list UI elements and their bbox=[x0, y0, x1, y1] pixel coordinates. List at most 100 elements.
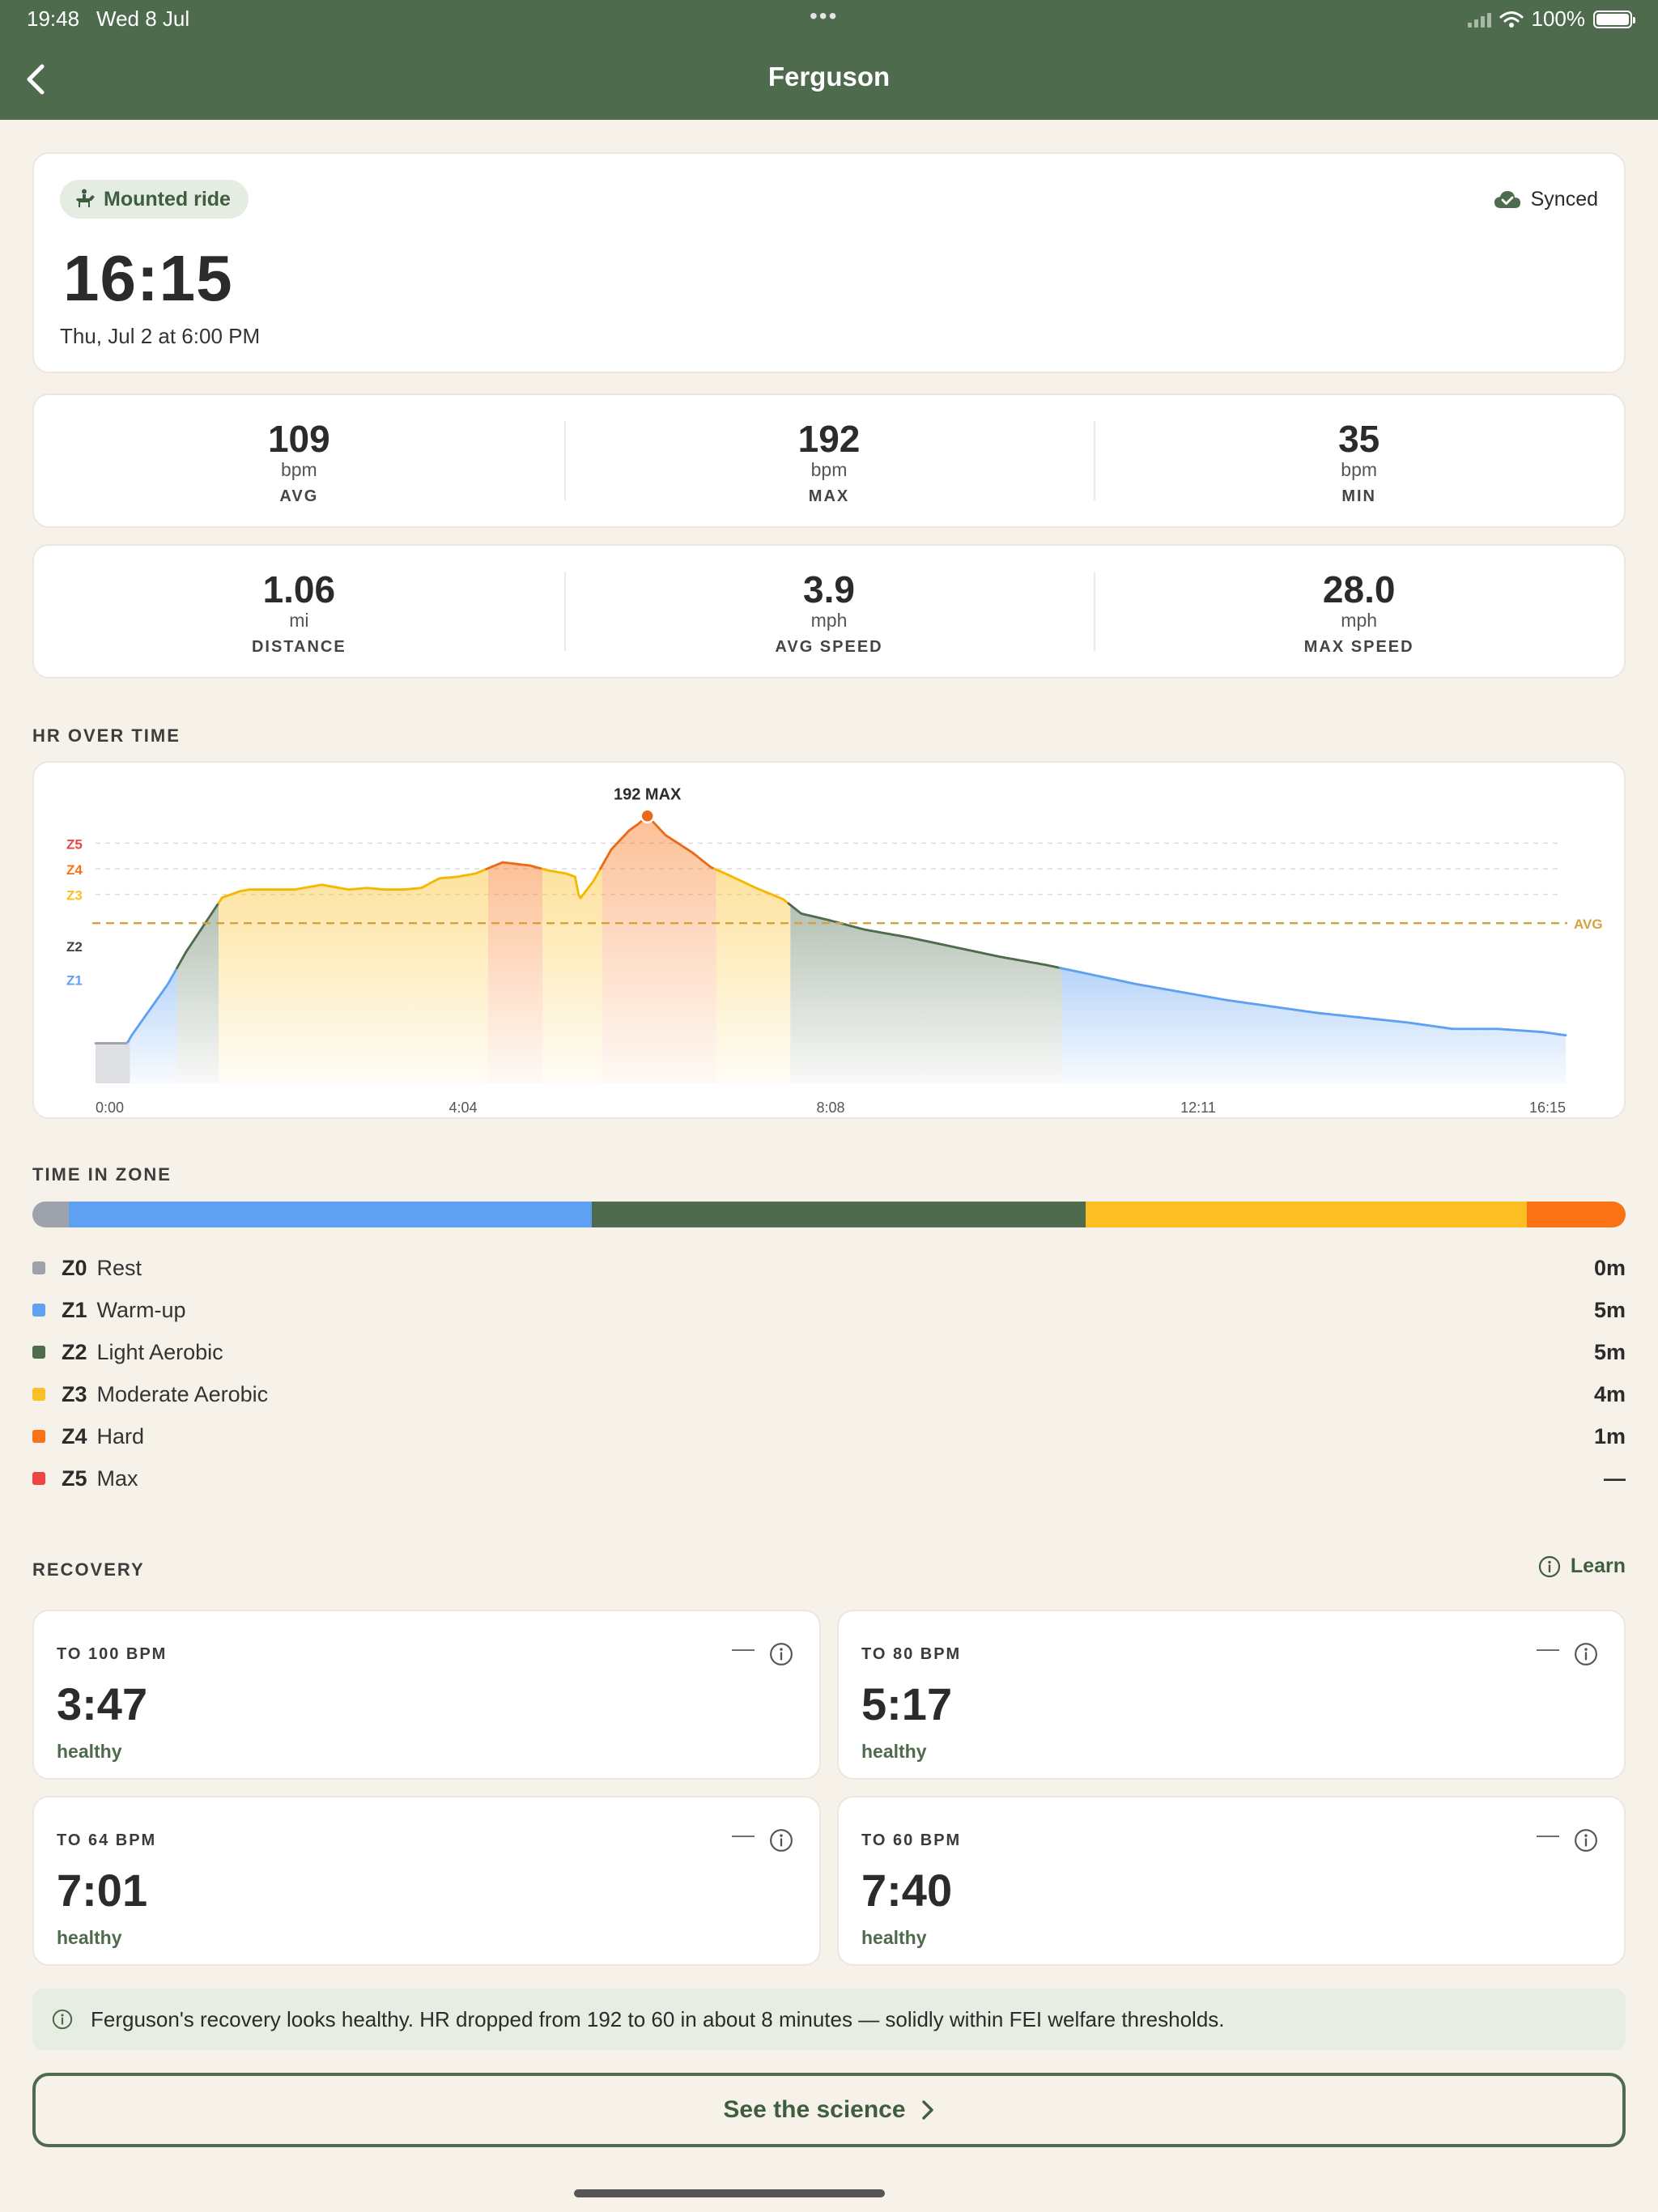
zone-duration: 4m bbox=[1593, 1381, 1626, 1406]
stat-value: 28.0 bbox=[1322, 568, 1396, 610]
status-time: 19:48 bbox=[27, 6, 80, 31]
stat-unit: mph bbox=[1341, 610, 1378, 631]
info-icon[interactable] bbox=[1574, 1828, 1598, 1853]
ride-type-pill: Mounted ride bbox=[60, 180, 249, 219]
learn-link[interactable]: Learn bbox=[1538, 1555, 1626, 1578]
zone-swatch bbox=[32, 1261, 45, 1274]
section-title-hr: HR OVER TIME bbox=[32, 725, 181, 746]
zone-duration: 0m bbox=[1593, 1255, 1626, 1280]
zone-row-z5: Z5 Max — bbox=[32, 1462, 1626, 1495]
zone-axis-label: Z2 bbox=[66, 939, 83, 955]
status-indicators: 100% bbox=[1467, 6, 1635, 32]
stat-max-speed: 28.0 mph MAX SPEED bbox=[1094, 546, 1624, 677]
zone-swatch bbox=[32, 1304, 45, 1317]
stat-value: 3.9 bbox=[803, 568, 855, 610]
stat-unit: bpm bbox=[1341, 459, 1378, 480]
info-icon bbox=[1538, 1555, 1561, 1577]
zone-bar-segment-z3 bbox=[1085, 1202, 1527, 1227]
zone-name: Rest bbox=[96, 1255, 142, 1280]
home-indicator[interactable] bbox=[574, 2189, 885, 2197]
hr-chart: Z5 Z4 Z3 Z2 Z1 AVG 192 MAX 0:00 4:04 8:08 12:11 16:… bbox=[66, 786, 1603, 1116]
status-date: Wed 8 Jul bbox=[96, 6, 190, 31]
zone-swatch bbox=[32, 1430, 45, 1443]
stat-distance: 1.06 mi DISTANCE bbox=[34, 546, 564, 677]
zone-code: Z1 bbox=[62, 1297, 87, 1322]
recovery-time: 7:40 bbox=[861, 1865, 953, 1916]
chevron-right-icon bbox=[921, 2100, 933, 2120]
zone-duration: 1m bbox=[1593, 1423, 1626, 1448]
info-icon bbox=[52, 2009, 73, 2030]
stat-value: 1.06 bbox=[262, 568, 336, 610]
wifi-icon bbox=[1499, 11, 1523, 28]
stat-unit: bpm bbox=[810, 459, 848, 480]
recovery-note: Ferguson's recovery looks healthy. HR dr… bbox=[32, 1989, 1626, 2050]
recovery-trend: — bbox=[732, 1636, 755, 1661]
zone-code: Z4 bbox=[62, 1423, 87, 1448]
zone-row-z4: Z4 Hard 1m bbox=[32, 1420, 1626, 1453]
recovery-target: TO 80 BPM bbox=[861, 1645, 962, 1663]
info-icon[interactable] bbox=[769, 1642, 793, 1666]
recovery-status: healthy bbox=[861, 1741, 927, 1762]
recovery-trend: — bbox=[1537, 1822, 1559, 1847]
learn-label: Learn bbox=[1570, 1555, 1626, 1577]
recovery-card[interactable]: TO 100 BPM — 3:47 healthy bbox=[32, 1610, 821, 1780]
hr-area-zone-segment bbox=[96, 1038, 130, 1083]
stat-unit: mi bbox=[289, 610, 309, 631]
ride-type-label: Mounted ride bbox=[104, 187, 231, 211]
stat-max-hr: 192 bpm MAX bbox=[563, 395, 1095, 526]
zone-axis-label: Z4 bbox=[66, 862, 83, 878]
sync-status: Synced bbox=[1494, 188, 1598, 211]
multitasking-dots[interactable]: ••• bbox=[810, 3, 838, 29]
zone-code: Z0 bbox=[62, 1255, 87, 1280]
zone-bar-segment-z0 bbox=[32, 1202, 70, 1227]
info-icon[interactable] bbox=[769, 1828, 793, 1853]
cellular-signal-icon bbox=[1467, 11, 1491, 28]
sync-label: Synced bbox=[1530, 188, 1598, 211]
heart-rate-stats-card: 109 bpm AVG 192 bpm MAX 35 bpm MIN bbox=[32, 393, 1626, 528]
section-title-zone: TIME IN ZONE bbox=[32, 1164, 172, 1185]
zone-name: Moderate Aerobic bbox=[96, 1381, 269, 1406]
hr-area bbox=[96, 815, 1566, 1083]
max-point bbox=[640, 808, 655, 823]
info-icon[interactable] bbox=[1574, 1642, 1598, 1666]
avg-label: AVG bbox=[1574, 917, 1603, 932]
zone-code: Z5 bbox=[62, 1465, 87, 1491]
hr-area-zone-segment bbox=[130, 968, 177, 1083]
top-bar: 19:48 Wed 8 Jul ••• 100% Ferguson bbox=[0, 0, 1658, 120]
stat-label: MAX SPEED bbox=[1303, 638, 1414, 656]
zone-bar-segment-z1 bbox=[69, 1202, 592, 1227]
zone-swatch bbox=[32, 1388, 45, 1401]
hr-area-zone-segment bbox=[176, 903, 219, 1083]
zone-axis-label: Z1 bbox=[66, 972, 83, 988]
recovery-trend: — bbox=[732, 1822, 755, 1847]
recovery-card[interactable]: TO 80 BPM — 5:17 healthy bbox=[837, 1610, 1626, 1780]
stat-avg-speed: 3.9 mph AVG SPEED bbox=[563, 546, 1095, 677]
zone-code: Z3 bbox=[62, 1381, 87, 1406]
see-science-label: See the science bbox=[723, 2096, 906, 2123]
movement-stats-card: 1.06 mi DISTANCE 3.9 mph AVG SPEED 28.0 … bbox=[32, 544, 1626, 678]
recovery-time: 3:47 bbox=[57, 1678, 148, 1729]
stat-avg-hr: 109 bpm AVG bbox=[34, 395, 564, 526]
zone-bar-segment-z2 bbox=[591, 1202, 1086, 1227]
zone-row-z1: Z1 Warm-up 5m bbox=[32, 1294, 1626, 1326]
recovery-card[interactable]: TO 60 BPM — 7:40 healthy bbox=[837, 1796, 1626, 1966]
see-science-button[interactable]: See the science bbox=[32, 2073, 1626, 2147]
time-in-zone-bar bbox=[32, 1202, 1626, 1227]
cloud-check-icon bbox=[1494, 190, 1520, 208]
battery-icon bbox=[1593, 10, 1635, 28]
recovery-trend: — bbox=[1537, 1636, 1559, 1661]
recovery-target: TO 60 BPM bbox=[861, 1831, 962, 1849]
zone-name: Hard bbox=[96, 1423, 145, 1448]
recovery-card[interactable]: TO 64 BPM — 7:01 healthy bbox=[32, 1796, 821, 1966]
stat-label: AVG bbox=[279, 487, 319, 505]
zone-code: Z2 bbox=[62, 1339, 87, 1364]
stat-min-hr: 35 bpm MIN bbox=[1094, 395, 1624, 526]
hr-area-zone-segment bbox=[218, 868, 489, 1083]
zone-duration: — bbox=[1604, 1465, 1626, 1491]
stat-value: 192 bbox=[797, 418, 861, 460]
hr-chart-card: Z5 Z4 Z3 Z2 Z1 AVG 192 MAX 0:00 4:04 8:08 12:11 16:… bbox=[32, 761, 1626, 1119]
hr-area-zone-segment bbox=[542, 866, 602, 1083]
zone-duration: 5m bbox=[1593, 1297, 1626, 1322]
battery-percent: 100% bbox=[1531, 6, 1586, 31]
stat-unit: bpm bbox=[280, 459, 317, 480]
